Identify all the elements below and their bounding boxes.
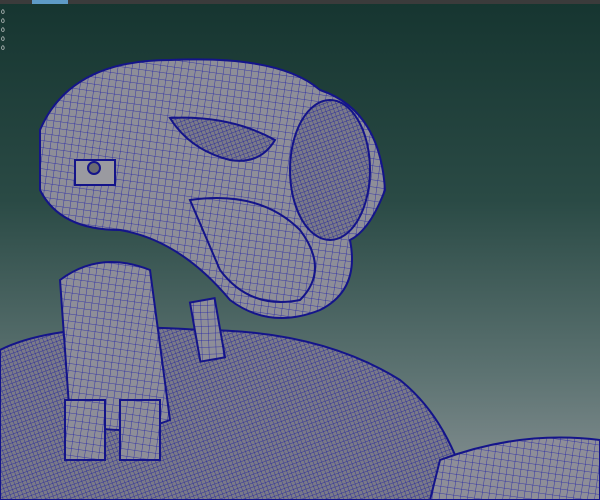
wireframe-model[interactable] [0,0,600,500]
right-shoulder [428,436,600,500]
neck-pipe-right [119,399,161,461]
neck-pipe-left [64,399,106,461]
mount-eye [87,161,101,175]
ear-dome [289,99,371,241]
